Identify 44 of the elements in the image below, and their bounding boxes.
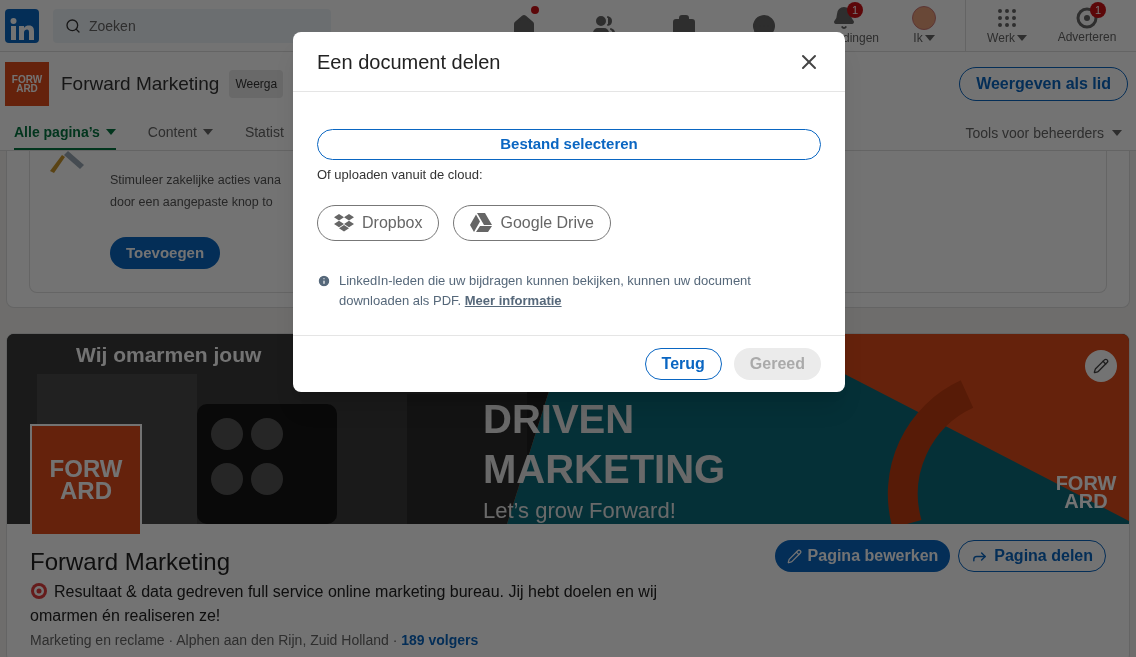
- company-name: Forward Marketing: [30, 548, 232, 576]
- pencil-icon: [786, 548, 802, 564]
- banner-title: DRIVEN: [483, 396, 636, 443]
- page-tab[interactable]: Statist: [244, 116, 284, 150]
- promo-text: Stimuleer zakelijke acties vana door een aangepaste knop to: [110, 172, 282, 211]
- drive-icon: [470, 213, 493, 232]
- nav-item[interactable]: Werk: [967, 0, 1047, 52]
- dialog-title: Een document delen: [317, 49, 501, 75]
- notification-badge: 1: [1090, 1, 1106, 18]
- info-text: LinkedIn-leden die uw bijdragen kunnen bekijken, kunnen uw document downloaden als PDF. Meer informatie: [339, 271, 752, 310]
- banner-tagline: Let’s grow Forward!: [483, 497, 677, 525]
- search-field[interactable]: Zoeken: [53, 8, 331, 43]
- search-icon: [65, 17, 81, 34]
- nav-label: Werk: [987, 29, 1015, 46]
- profile-logo: FORW ARD: [30, 424, 142, 536]
- admin-tools-menu[interactable]: Tools voor beheerders: [965, 116, 1122, 150]
- notifications-icon: [832, 5, 856, 30]
- linkedin-logo[interactable]: [5, 8, 39, 43]
- nav-item[interactable]: Ik: [884, 0, 964, 52]
- company-description: Resultaat & data gedreven full service online marketing bureau. Jij hebt doelen en wij omarmen én realiseren ze!: [30, 580, 659, 626]
- nav-label: Ik: [913, 29, 923, 46]
- nav-label: Adverteren: [1057, 28, 1117, 45]
- caret-icon: [1112, 130, 1122, 136]
- page-name: Forward Marketing: [61, 71, 220, 96]
- notification-badge: 1: [847, 1, 863, 18]
- info-icon: [317, 273, 331, 288]
- add-button[interactable]: Toevoegen: [110, 237, 221, 269]
- banner-title: MARKETING: [483, 446, 726, 493]
- edit-page-button[interactable]: Pagina bewerken: [774, 540, 951, 572]
- nav-item[interactable]: 1 Adverteren: [1047, 0, 1127, 52]
- more-info-link[interactable]: Meer informatie: [464, 292, 562, 308]
- compass-icon: [1076, 6, 1098, 29]
- dropbox-icon: [334, 213, 354, 232]
- company-logo: FORW ARD: [5, 62, 49, 106]
- nav-label: dingen: [842, 29, 879, 46]
- avatar: [912, 5, 936, 30]
- cloud-label: Of uploaden vanuit de cloud:: [317, 166, 484, 184]
- target-icon: [30, 581, 48, 600]
- page-tab[interactable]: Content: [147, 116, 213, 150]
- view-button[interactable]: Weerga: [229, 70, 284, 98]
- pencil-icon: [1093, 358, 1109, 374]
- company-meta: Marketing en reclame · Alphen aan den Rijn, Zuid Holland ·: [30, 632, 398, 648]
- followers-link[interactable]: 189 volgers: [401, 632, 479, 648]
- banner-headline: Wij omarmen jouw: [76, 342, 262, 368]
